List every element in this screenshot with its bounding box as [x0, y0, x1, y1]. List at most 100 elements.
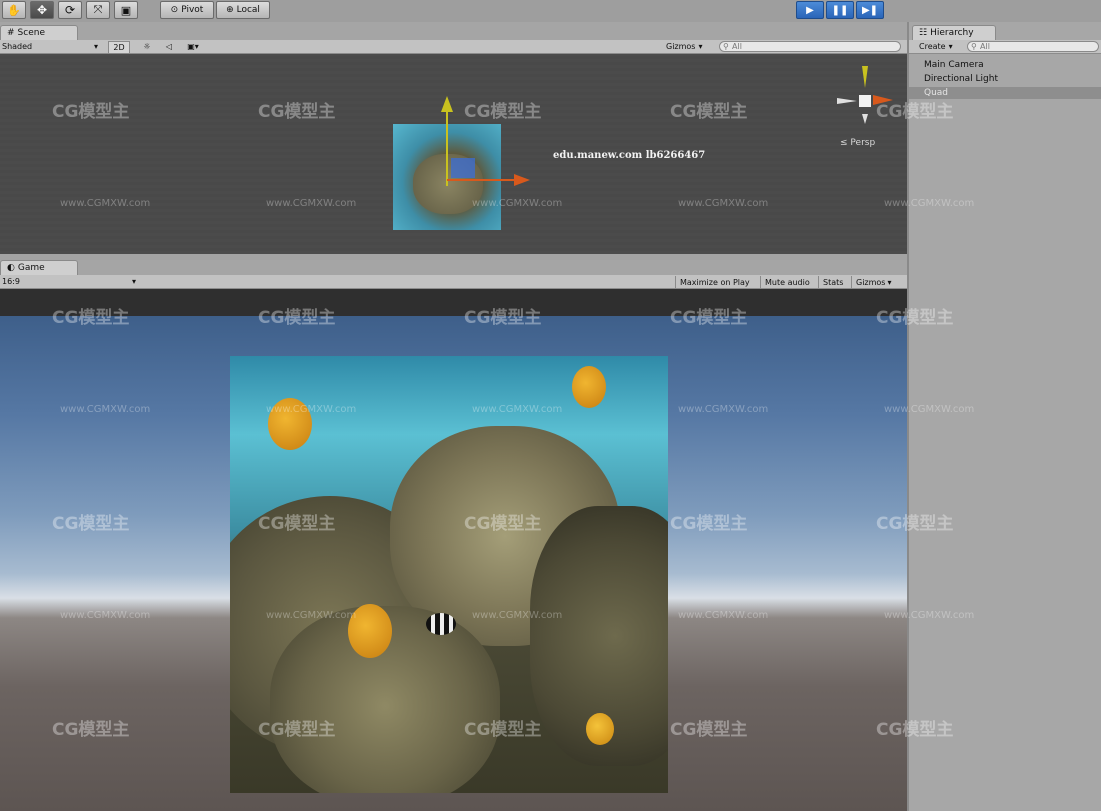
scene-gizmos-dropdown[interactable]: Gizmos ▾ [666, 41, 714, 52]
chevron-down-icon: ▾ [131, 277, 136, 286]
game-tab-label: Game [17, 263, 45, 273]
panel-divider[interactable] [0, 254, 907, 260]
watermark-url: www.CGMXW.com [60, 404, 151, 415]
2d-label: 2D [113, 43, 125, 52]
rect-icon: ▣ [120, 3, 132, 17]
watermark-url: www.CGMXW.com [472, 610, 563, 621]
hierarchy-panel [907, 22, 1101, 811]
scene-effects-dropdown[interactable]: ▣ ▾ [182, 41, 204, 52]
tab-hierarchy[interactable]: ☷ Hierarchy [912, 25, 996, 40]
scene-lighting-toggle[interactable]: ☼ [138, 41, 156, 52]
game-gizmos-dropdown[interactable]: Gizmos ▾ [851, 276, 896, 289]
watermark-logo: CG模型主 [258, 308, 336, 328]
scene-tab-label: Scene [17, 28, 45, 38]
search-icon: ⚲ [723, 42, 729, 51]
play-icon: ▶ [806, 4, 814, 16]
scene-search-placeholder: All [732, 42, 742, 51]
watermark-url: www.CGMXW.com [884, 198, 975, 209]
persp-label: Persp [850, 138, 876, 148]
main-toolbar: ✋ ✥ ⟳ ⤧ ▣ ⊙ Pivot ⊕ Local ▶ ❚❚ ▶❚ [0, 0, 1101, 22]
chevron-down-icon: ▾ [194, 42, 199, 51]
tab-game[interactable]: ◐ Game [0, 260, 78, 275]
watermark-logo: CG模型主 [52, 308, 130, 328]
hierarchy-tab-icon: ☷ [919, 28, 928, 38]
aspect-dropdown[interactable]: 16:9 ▾ [2, 276, 136, 287]
hierarchy-item-directional-light[interactable]: Directional Light [924, 74, 998, 84]
fish-icon [572, 366, 606, 408]
watermark-url: www.CGMXW.com [884, 404, 975, 415]
watermark-logo: CG模型主 [876, 514, 954, 534]
sun-icon: ☼ [143, 42, 151, 51]
scale-icon: ⤧ [93, 3, 103, 16]
stats-label: Stats [823, 278, 844, 287]
image-icon: ▣ [187, 42, 195, 51]
scene-viewport[interactable]: edu.manew.com lb6266467 ≤ Persp [0, 54, 907, 254]
shading-mode-value: Shaded [2, 42, 33, 51]
pause-icon: ❚❚ [831, 4, 849, 16]
tab-scene[interactable]: # Scene [0, 25, 78, 40]
hierarchy-search-input[interactable]: ⚲ All [967, 41, 1099, 52]
game-viewport[interactable] [0, 289, 907, 811]
watermark-logo: CG模型主 [464, 102, 542, 122]
hierarchy-item-main-camera[interactable]: Main Camera [924, 60, 984, 70]
neg-x-cone-icon [837, 98, 857, 104]
local-toggle-button[interactable]: ⊕ Local [216, 1, 270, 19]
watermark-logo: CG模型主 [876, 102, 954, 122]
watermark-url: www.CGMXW.com [678, 610, 769, 621]
watermark-logo: CG模型主 [258, 514, 336, 534]
create-dropdown[interactable]: Create ▾ [919, 41, 967, 52]
watermark-url: www.CGMXW.com [678, 198, 769, 209]
watermark-logo: CG模型主 [52, 514, 130, 534]
persp-icon: ≤ [840, 138, 848, 148]
move-icon: ✥ [36, 3, 48, 17]
rotate-icon: ⟳ [64, 3, 76, 17]
watermark-logo: CG模型主 [464, 720, 542, 740]
watermark-logo: CG模型主 [670, 308, 748, 328]
hierarchy-search-placeholder: All [980, 42, 990, 51]
speaker-icon: ◁ [165, 42, 173, 51]
rect-tool-button[interactable]: ▣ [114, 1, 138, 19]
scene-search-input[interactable]: ⚲ All [719, 41, 901, 52]
stats-toggle[interactable]: Stats [818, 276, 847, 289]
shading-mode-dropdown[interactable]: Shaded ▾ [2, 41, 98, 52]
2d-toggle-button[interactable]: 2D [108, 41, 130, 54]
watermark-logo: CG模型主 [258, 720, 336, 740]
persp-label-wrap[interactable]: ≤ Persp [840, 138, 875, 148]
watermark-logo: CG模型主 [670, 720, 748, 740]
maximize-on-play-toggle[interactable]: Maximize on Play [675, 276, 754, 289]
center-cube-icon [859, 95, 871, 107]
y-cone-icon [862, 66, 868, 88]
watermark-url: www.CGMXW.com [60, 610, 151, 621]
chevron-down-icon: ▾ [698, 42, 703, 51]
watermark-logo: CG模型主 [464, 308, 542, 328]
x-axis-arrow-icon [514, 174, 530, 186]
watermark-url: www.CGMXW.com [266, 404, 357, 415]
striped-fish-icon [426, 613, 456, 635]
pivot-toggle-button[interactable]: ⊙ Pivot [160, 1, 214, 19]
aspect-value: 16:9 [2, 277, 20, 286]
hand-tool-button[interactable]: ✋ [2, 1, 26, 19]
create-label: Create [919, 42, 946, 51]
mute-audio-label: Mute audio [765, 278, 810, 287]
pause-button[interactable]: ❚❚ [826, 1, 854, 19]
pivot-icon: ⊙ [170, 5, 179, 15]
local-label: Local [236, 5, 260, 15]
watermark-logo: CG模型主 [52, 102, 130, 122]
mute-audio-toggle[interactable]: Mute audio [760, 276, 814, 289]
play-button[interactable]: ▶ [796, 1, 824, 19]
rotate-tool-button[interactable]: ⟳ [58, 1, 82, 19]
watermark-logo: CG模型主 [464, 514, 542, 534]
scale-tool-button[interactable]: ⤧ [86, 1, 110, 19]
watermark-url: www.CGMXW.com [60, 198, 151, 209]
watermark-url: www.CGMXW.com [884, 610, 975, 621]
scene-audio-toggle[interactable]: ◁ [160, 41, 178, 52]
pivot-label: Pivot [181, 5, 204, 15]
watermark-url: www.CGMXW.com [266, 198, 357, 209]
move-tool-button[interactable]: ✥ [30, 1, 54, 19]
search-icon: ⚲ [971, 42, 977, 51]
watermark-url: www.CGMXW.com [678, 404, 769, 415]
hierarchy-tab-label: Hierarchy [930, 28, 974, 38]
step-button[interactable]: ▶❚ [856, 1, 884, 19]
hand-icon: ✋ [7, 3, 21, 17]
game-toolbar: 16:9 ▾ Maximize on Play Mute audio Stats… [0, 275, 907, 289]
